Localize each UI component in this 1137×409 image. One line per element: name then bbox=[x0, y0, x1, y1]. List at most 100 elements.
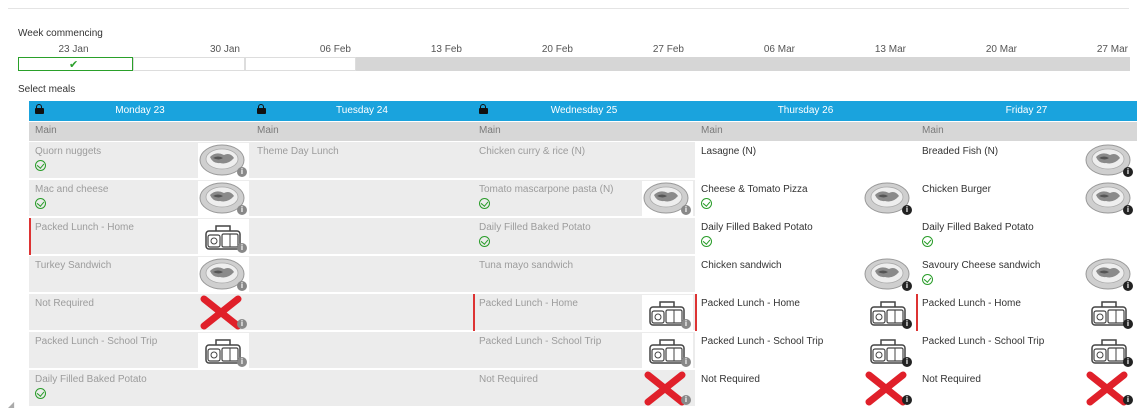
section-header-main: Main bbox=[29, 122, 251, 141]
info-icon[interactable]: i bbox=[902, 357, 912, 367]
meal-option bbox=[251, 180, 473, 217]
meal-option[interactable]: Packed Lunch - Home i bbox=[916, 294, 1137, 331]
lunchbox-icon[interactable]: i bbox=[863, 295, 914, 330]
info-icon[interactable]: i bbox=[902, 205, 912, 215]
meal-option[interactable]: Chicken sandwich i bbox=[695, 256, 916, 293]
cross-icon[interactable]: i bbox=[642, 371, 693, 406]
meal-option: Mac and cheese i bbox=[29, 180, 251, 217]
info-icon[interactable]: i bbox=[237, 167, 247, 177]
info-icon[interactable]: i bbox=[237, 205, 247, 215]
info-icon[interactable]: i bbox=[1123, 395, 1133, 405]
week-segment-selected[interactable]: ✔ bbox=[18, 57, 133, 71]
meal-option[interactable]: Daily Filled Baked Potato bbox=[916, 218, 1137, 255]
lunchbox-icon[interactable]: i bbox=[198, 333, 249, 368]
meal-name: Cheese & Tomato Pizza bbox=[701, 184, 808, 195]
meal-option[interactable]: Savoury Cheese sandwich i bbox=[916, 256, 1137, 293]
day-header-1: Tuesday 24 bbox=[251, 101, 473, 121]
info-icon[interactable]: i bbox=[902, 319, 912, 329]
selected-marker bbox=[695, 294, 697, 331]
meal-name: Tuna mayo sandwich bbox=[479, 260, 574, 271]
info-icon[interactable]: i bbox=[1123, 281, 1133, 291]
info-icon[interactable]: i bbox=[681, 319, 691, 329]
vegetarian-icon bbox=[701, 236, 712, 247]
week-label[interactable]: 27 Feb bbox=[573, 44, 684, 55]
info-icon[interactable]: i bbox=[237, 357, 247, 367]
plate-icon[interactable]: i bbox=[1084, 143, 1135, 178]
meal-option[interactable]: Daily Filled Baked Potato bbox=[695, 218, 916, 255]
lunchbox-icon[interactable]: i bbox=[1084, 295, 1135, 330]
plate-icon[interactable]: i bbox=[642, 181, 693, 216]
week-label[interactable]: 06 Mar bbox=[684, 44, 795, 55]
meal-option[interactable]: Breaded Fish (N) i bbox=[916, 142, 1137, 179]
plate-icon[interactable]: i bbox=[1084, 181, 1135, 216]
week-label[interactable]: 06 Feb bbox=[240, 44, 351, 55]
cross-icon[interactable]: i bbox=[198, 295, 249, 330]
meal-name: Not Required bbox=[922, 374, 981, 385]
meal-name: Mac and cheese bbox=[35, 184, 109, 195]
meal-option[interactable]: Cheese & Tomato Pizza i bbox=[695, 180, 916, 217]
meal-option: Packed Lunch - Home i bbox=[29, 218, 251, 255]
lunchbox-icon[interactable]: i bbox=[642, 295, 693, 330]
cross-icon[interactable]: i bbox=[863, 371, 914, 406]
selected-marker bbox=[916, 294, 918, 331]
meal-name: Turkey Sandwich bbox=[35, 260, 112, 271]
day-name: Friday 27 bbox=[1005, 105, 1048, 116]
meal-option[interactable]: Not Required i bbox=[916, 370, 1137, 407]
meal-name: Daily Filled Baked Potato bbox=[479, 222, 591, 233]
info-icon[interactable]: i bbox=[681, 395, 691, 405]
week-label[interactable]: 20 Feb bbox=[462, 44, 573, 55]
meal-option[interactable]: Chicken Burger i bbox=[916, 180, 1137, 217]
week-label[interactable]: 13 Feb bbox=[351, 44, 462, 55]
lunchbox-icon[interactable]: i bbox=[198, 219, 249, 254]
lunchbox-icon[interactable]: i bbox=[642, 333, 693, 368]
week-segment[interactable] bbox=[133, 57, 245, 71]
week-label[interactable]: 27 Mar bbox=[1017, 44, 1128, 55]
week-label[interactable]: 20 Mar bbox=[906, 44, 1017, 55]
day-header-2: Wednesday 25 bbox=[473, 101, 695, 121]
lunchbox-icon[interactable]: i bbox=[863, 333, 914, 368]
info-icon[interactable]: i bbox=[1123, 357, 1133, 367]
meal-option[interactable]: Packed Lunch - School Trip i bbox=[916, 332, 1137, 369]
meal-option: Daily Filled Baked Potato bbox=[473, 218, 695, 255]
meal-name: Tomato mascarpone pasta (N) bbox=[479, 184, 614, 195]
plate-icon[interactable]: i bbox=[863, 257, 914, 292]
meal-option[interactable]: Lasagne (N) bbox=[695, 142, 916, 179]
meal-option[interactable]: Packed Lunch - School Trip i bbox=[695, 332, 916, 369]
meal-grid: Monday 23 Main Quorn nuggets i Mac and chees… bbox=[29, 101, 1137, 409]
meal-name: Packed Lunch - Home bbox=[35, 222, 134, 233]
plate-icon[interactable]: i bbox=[1084, 257, 1135, 292]
week-label[interactable]: 30 Jan bbox=[129, 44, 240, 55]
info-icon[interactable]: i bbox=[237, 281, 247, 291]
lunchbox-icon[interactable]: i bbox=[1084, 333, 1135, 368]
plate-icon[interactable]: i bbox=[198, 143, 249, 178]
week-label[interactable]: 23 Jan bbox=[18, 44, 129, 55]
meal-option[interactable]: Packed Lunch - Home i bbox=[695, 294, 916, 331]
info-icon[interactable]: i bbox=[681, 205, 691, 215]
meal-option: Tomato mascarpone pasta (N) i bbox=[473, 180, 695, 217]
meal-name: Not Required bbox=[701, 374, 760, 385]
meal-option: Packed Lunch - School Trip i bbox=[29, 332, 251, 369]
week-segment[interactable] bbox=[356, 57, 1130, 71]
plate-icon[interactable]: i bbox=[863, 181, 914, 216]
info-icon[interactable]: i bbox=[902, 395, 912, 405]
info-icon[interactable]: i bbox=[681, 357, 691, 367]
vegetarian-icon bbox=[35, 160, 46, 171]
section-header-main: Main bbox=[251, 122, 473, 141]
week-segment[interactable] bbox=[245, 57, 356, 71]
info-icon[interactable]: i bbox=[1123, 167, 1133, 177]
selected-marker bbox=[473, 294, 475, 331]
info-icon[interactable]: i bbox=[1123, 319, 1133, 329]
info-icon[interactable]: i bbox=[237, 319, 247, 329]
info-icon[interactable]: i bbox=[902, 281, 912, 291]
check-icon: ✔ bbox=[69, 59, 79, 71]
cross-icon[interactable]: i bbox=[1084, 371, 1135, 406]
info-icon[interactable]: i bbox=[237, 243, 247, 253]
meal-option: Not Required i bbox=[473, 370, 695, 407]
info-icon[interactable]: i bbox=[1123, 205, 1133, 215]
week-selector-bar[interactable]: ✔ bbox=[18, 57, 1130, 71]
plate-icon[interactable]: i bbox=[198, 181, 249, 216]
meal-option[interactable]: Not Required i bbox=[695, 370, 916, 407]
meal-name: Quorn nuggets bbox=[35, 146, 102, 157]
plate-icon[interactable]: i bbox=[198, 257, 249, 292]
week-label[interactable]: 13 Mar bbox=[795, 44, 906, 55]
